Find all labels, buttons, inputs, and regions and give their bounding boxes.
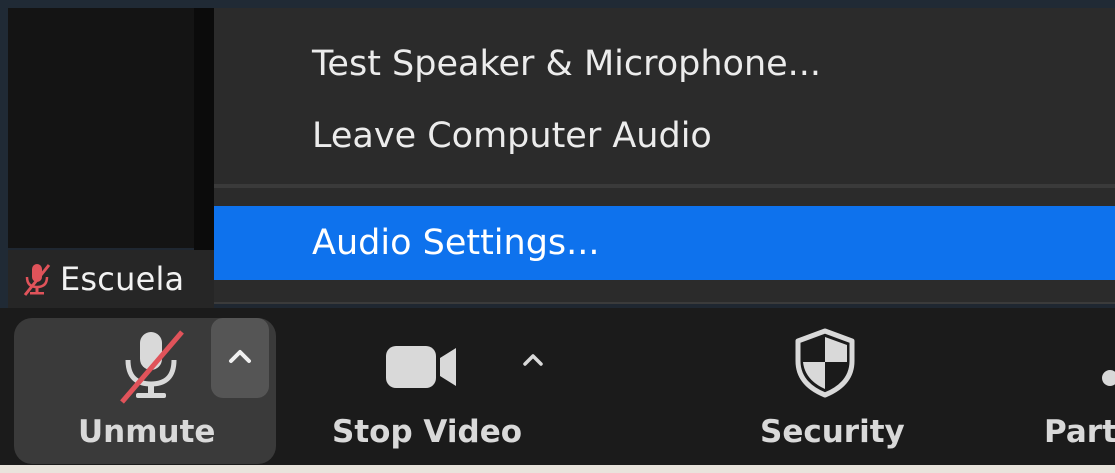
unmute-label: Unmute [78,414,216,450]
participant-video-area [8,8,194,248]
menu-separator [214,184,1115,188]
microphone-slash-icon [120,330,184,404]
shield-icon [795,328,855,398]
menu-item-audio-settings[interactable]: Audio Settings... [214,206,1115,280]
participants-button[interactable]: Participants [1030,308,1115,465]
participants-icon [1102,370,1115,386]
window-bottom-edge [0,465,1115,473]
window-top-edge [0,0,1115,8]
meeting-toolbar: Unmute Stop Video Security Participants [0,308,1115,465]
menu-item-leave-computer-audio[interactable]: Leave Computer Audio [214,100,1115,172]
chevron-up-icon [229,350,251,363]
security-label: Security [760,414,905,450]
unmute-button[interactable]: Unmute [14,318,276,464]
stop-video-label: Stop Video [332,414,523,450]
participant-name-tag: Escuela [8,250,214,308]
audio-options-menu: Test Speaker & Microphone... Leave Compu… [214,8,1115,304]
video-options-chevron-up-icon[interactable] [518,344,548,374]
participant-name: Escuela [60,260,185,298]
video-camera-icon [386,346,456,388]
participants-label: Participants [1044,414,1115,450]
audio-options-button[interactable] [211,318,269,398]
menu-item-test-speaker-microphone[interactable]: Test Speaker & Microphone... [214,28,1115,100]
muted-mic-icon [23,264,51,296]
security-button[interactable]: Security [740,308,920,465]
stop-video-button[interactable]: Stop Video [320,308,560,465]
